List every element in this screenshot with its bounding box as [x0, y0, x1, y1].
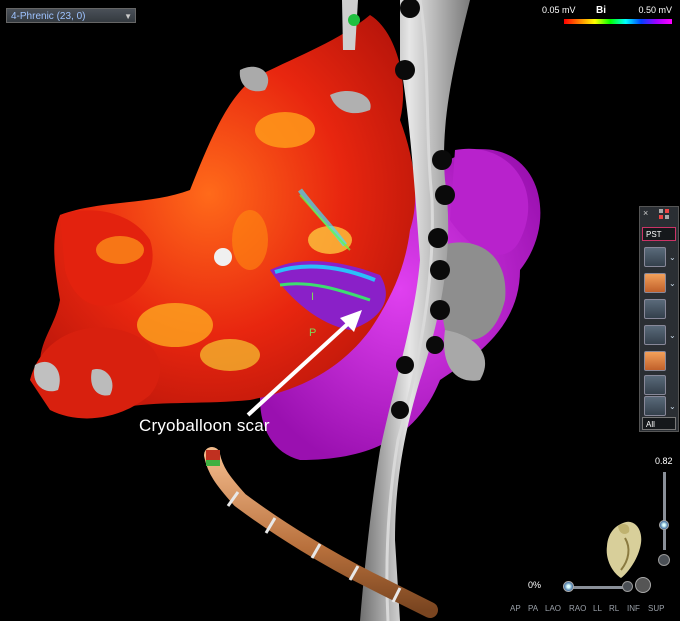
plus-icon[interactable] — [622, 581, 633, 592]
right-toolbar: × PST ⌄ ⌄ ⌄ ⌄ All — [639, 206, 679, 432]
close-icon[interactable]: × — [643, 208, 648, 218]
transparency-slider-handle[interactable] — [563, 581, 574, 592]
view-ap-button[interactable]: AP — [510, 604, 521, 613]
orientation-heart-icon — [606, 521, 642, 578]
colored-grid-button[interactable] — [644, 351, 666, 371]
view-ll-button[interactable]: LL — [593, 604, 602, 613]
map-selector-value: 4-Phrenic (23, 0) — [11, 11, 86, 22]
chevron-down-icon[interactable]: ⌄ — [669, 253, 676, 262]
transparency-slider-track[interactable] — [566, 586, 628, 589]
view-pa-button[interactable]: PA — [528, 604, 538, 613]
view-rl-button[interactable]: RL — [609, 604, 619, 613]
zoom-slider-handle[interactable] — [659, 520, 669, 530]
point-type-value: PST — [646, 230, 662, 239]
lesion-marker-button[interactable] — [644, 299, 666, 319]
transparency-value: 0% — [528, 580, 542, 590]
electroanatomic-map-viewport[interactable]: I P — [0, 0, 680, 621]
grid-icon[interactable] — [658, 208, 672, 220]
points-display-button[interactable] — [644, 247, 666, 267]
view-rao-button[interactable]: RAO — [569, 604, 586, 613]
scale-color-bar — [564, 19, 672, 24]
tag-display-button[interactable] — [644, 273, 666, 293]
voltage-scale: 0.05 mV Bi 0.50 mV — [542, 5, 672, 27]
zoom-slider-track[interactable] — [663, 472, 666, 550]
scale-low-label: 0.05 mV — [542, 5, 576, 15]
annotation-label: Cryoballoon scar — [139, 416, 270, 435]
zoom-value: 0.82 — [655, 456, 673, 466]
map-selector-dropdown[interactable]: 4-Phrenic (23, 0) ▼ — [6, 8, 136, 23]
view-lao-button[interactable]: LAO — [545, 604, 561, 613]
chevron-down-icon[interactable]: ⌄ — [669, 402, 676, 411]
view-inf-button[interactable]: INF — [627, 604, 640, 613]
chevron-down-icon[interactable]: ⌄ — [669, 279, 676, 288]
scale-high-label: 0.50 mV — [638, 5, 672, 15]
chevron-down-icon[interactable]: ⌄ — [669, 331, 676, 340]
catheter-display-button[interactable] — [644, 396, 666, 416]
filter-dropdown[interactable]: All — [642, 417, 676, 430]
filter-value: All — [646, 420, 655, 429]
mesh-grid-button[interactable] — [644, 325, 666, 345]
chevron-down-icon: ▼ — [124, 12, 132, 21]
point-type-dropdown[interactable]: PST — [642, 227, 676, 241]
map-marker-p: P — [309, 327, 316, 339]
scale-mode-label: Bi — [596, 5, 606, 16]
surface-grid-button[interactable] — [644, 375, 666, 395]
green-marker — [348, 14, 360, 26]
map-marker-i: I — [311, 291, 314, 303]
view-orientation-bar: AP PA LAO RAO LL RL INF SUP — [510, 604, 680, 616]
marker-sphere — [214, 248, 232, 266]
zoom-out-icon[interactable] — [658, 554, 670, 566]
catheter-tip — [206, 450, 220, 460]
rotate-icon[interactable] — [635, 577, 651, 593]
view-sup-button[interactable]: SUP — [648, 604, 664, 613]
